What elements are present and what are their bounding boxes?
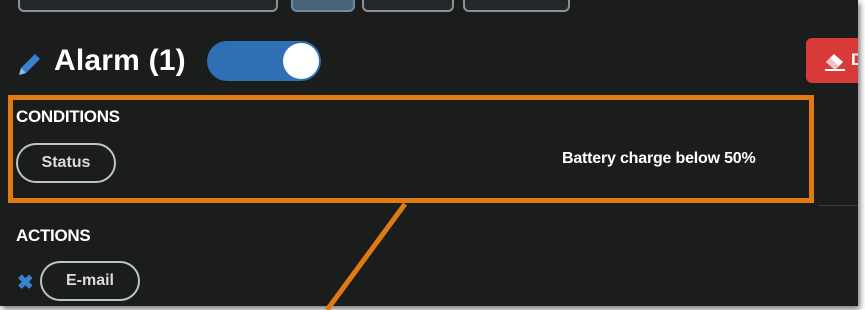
close-icon[interactable]: ✖ <box>17 273 34 293</box>
condition-description: Battery charge below 50% <box>562 150 756 167</box>
pencil-icon[interactable] <box>16 52 44 78</box>
alarm-panel: Alarm (1) D CONDITIONS Status Battery ch… <box>0 0 858 306</box>
alarm-title: Alarm (1) <box>54 44 186 77</box>
toggle-knob[interactable] <box>283 43 319 79</box>
status-condition-pill[interactable]: Status <box>16 143 116 183</box>
enable-toggle[interactable] <box>207 41 321 81</box>
top-tab-active[interactable] <box>291 0 355 12</box>
email-action-pill[interactable]: E-mail <box>40 261 140 301</box>
top-tab[interactable] <box>362 0 454 12</box>
divider <box>818 205 858 206</box>
eraser-icon <box>825 54 845 71</box>
screenshot-frame: Alarm (1) D CONDITIONS Status Battery ch… <box>0 0 865 310</box>
delete-label: D <box>851 50 858 69</box>
delete-button[interactable]: D <box>806 38 858 83</box>
actions-heading: ACTIONS <box>16 226 91 245</box>
conditions-heading: CONDITIONS <box>16 107 120 126</box>
top-tab[interactable] <box>18 0 278 12</box>
top-tab[interactable] <box>463 0 570 12</box>
